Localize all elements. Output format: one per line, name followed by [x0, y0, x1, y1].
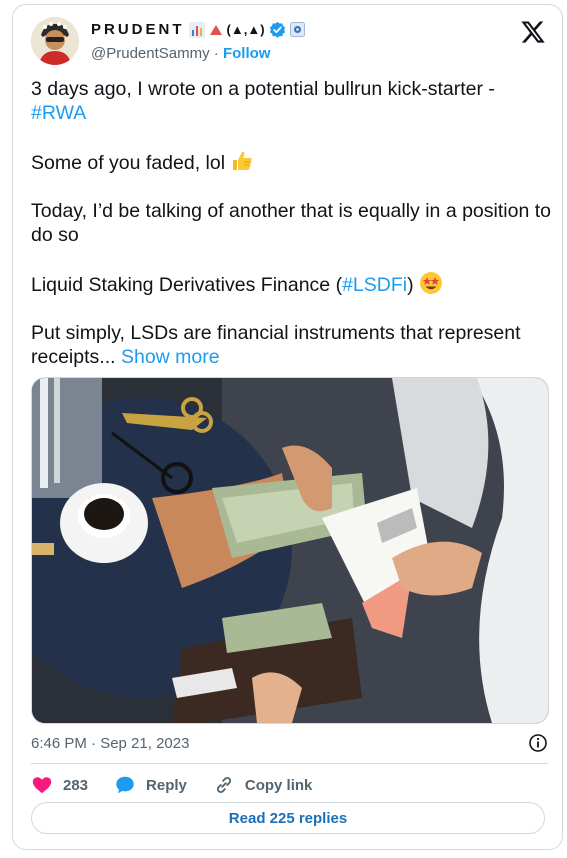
- tweet-text: 3 days ago, I wrote on a potential bullr…: [31, 77, 551, 369]
- tweet-meta: 6:46 PM · Sep 21, 2023: [31, 731, 548, 755]
- hashtag-lsdfi-link[interactable]: #LSDFi: [342, 274, 407, 296]
- hashtag-rwa-link[interactable]: #RWA: [31, 102, 86, 124]
- speech-bubble-icon: [116, 776, 134, 794]
- follow-button[interactable]: Follow: [223, 45, 271, 62]
- copy-link-label: Copy link: [244, 776, 313, 794]
- thumbs-up-emoji-icon: [233, 151, 253, 170]
- tweet-paragraph-5: Put simply, LSDs are financial instrumen…: [31, 321, 551, 369]
- tweet-card: PRUDENT (▲,▲) @PrudentSammy · Follow 3 d…: [12, 4, 563, 850]
- tweet-paragraph-2: Some of you faded, lol: [31, 149, 551, 175]
- link-icon: [216, 777, 231, 793]
- red-triangle-icon: [209, 24, 222, 35]
- name-suffix: (▲,▲): [226, 22, 265, 37]
- name-row[interactable]: PRUDENT (▲,▲): [91, 21, 305, 38]
- star-struck-emoji-icon: [420, 272, 443, 294]
- tweet-photo[interactable]: [31, 377, 549, 724]
- tweet-line-5: Put simply, LSDs are financial instrumen…: [31, 322, 521, 368]
- bar-chart-icon: [188, 21, 205, 38]
- action-bar: 283 Reply Copy link: [31, 769, 338, 801]
- affiliate-badge-icon: [289, 22, 305, 37]
- avatar[interactable]: [31, 17, 79, 65]
- tweet-paragraph-3: Today, I’d be talking of another that is…: [31, 199, 551, 247]
- tweet-line-4-pre: Liquid Staking Derivatives Finance (: [31, 274, 343, 296]
- tweet-line-1: 3 days ago, I wrote on a potential bullr…: [31, 78, 495, 100]
- tweet-line-3: Today, I’d be talking of another that is…: [31, 200, 551, 246]
- x-logo-icon[interactable]: [520, 19, 546, 45]
- like-count: 283: [63, 776, 89, 794]
- copy-link-button[interactable]: Copy link: [213, 774, 313, 796]
- reply-label: Reply: [146, 776, 187, 794]
- separator: ·: [213, 45, 219, 62]
- divider: [31, 763, 548, 764]
- tweet-paragraph-4: Liquid Staking Derivatives Finance (#LSD…: [31, 271, 551, 297]
- tweet-line-2: Some of you faded, lol: [31, 152, 226, 174]
- display-name[interactable]: PRUDENT: [91, 21, 185, 38]
- tweet-line-4-post: ): [407, 274, 414, 296]
- tweet-header: PRUDENT (▲,▲) @PrudentSammy · Follow: [31, 17, 548, 73]
- read-replies-label: Read 225 replies: [228, 809, 348, 827]
- show-more-link[interactable]: Show more: [121, 346, 220, 368]
- read-replies-button[interactable]: Read 225 replies: [31, 802, 545, 834]
- timestamp[interactable]: 6:46 PM · Sep 21, 2023: [31, 735, 189, 752]
- heart-icon: [32, 777, 52, 794]
- handle-row: @PrudentSammy · Follow: [91, 45, 270, 62]
- verified-badge-icon: [269, 21, 285, 38]
- user-handle[interactable]: @PrudentSammy: [91, 45, 210, 62]
- info-icon[interactable]: [528, 733, 548, 753]
- like-button[interactable]: 283: [31, 774, 88, 796]
- tweet-paragraph-1: 3 days ago, I wrote on a potential bullr…: [31, 77, 551, 125]
- reply-button[interactable]: Reply: [114, 774, 187, 796]
